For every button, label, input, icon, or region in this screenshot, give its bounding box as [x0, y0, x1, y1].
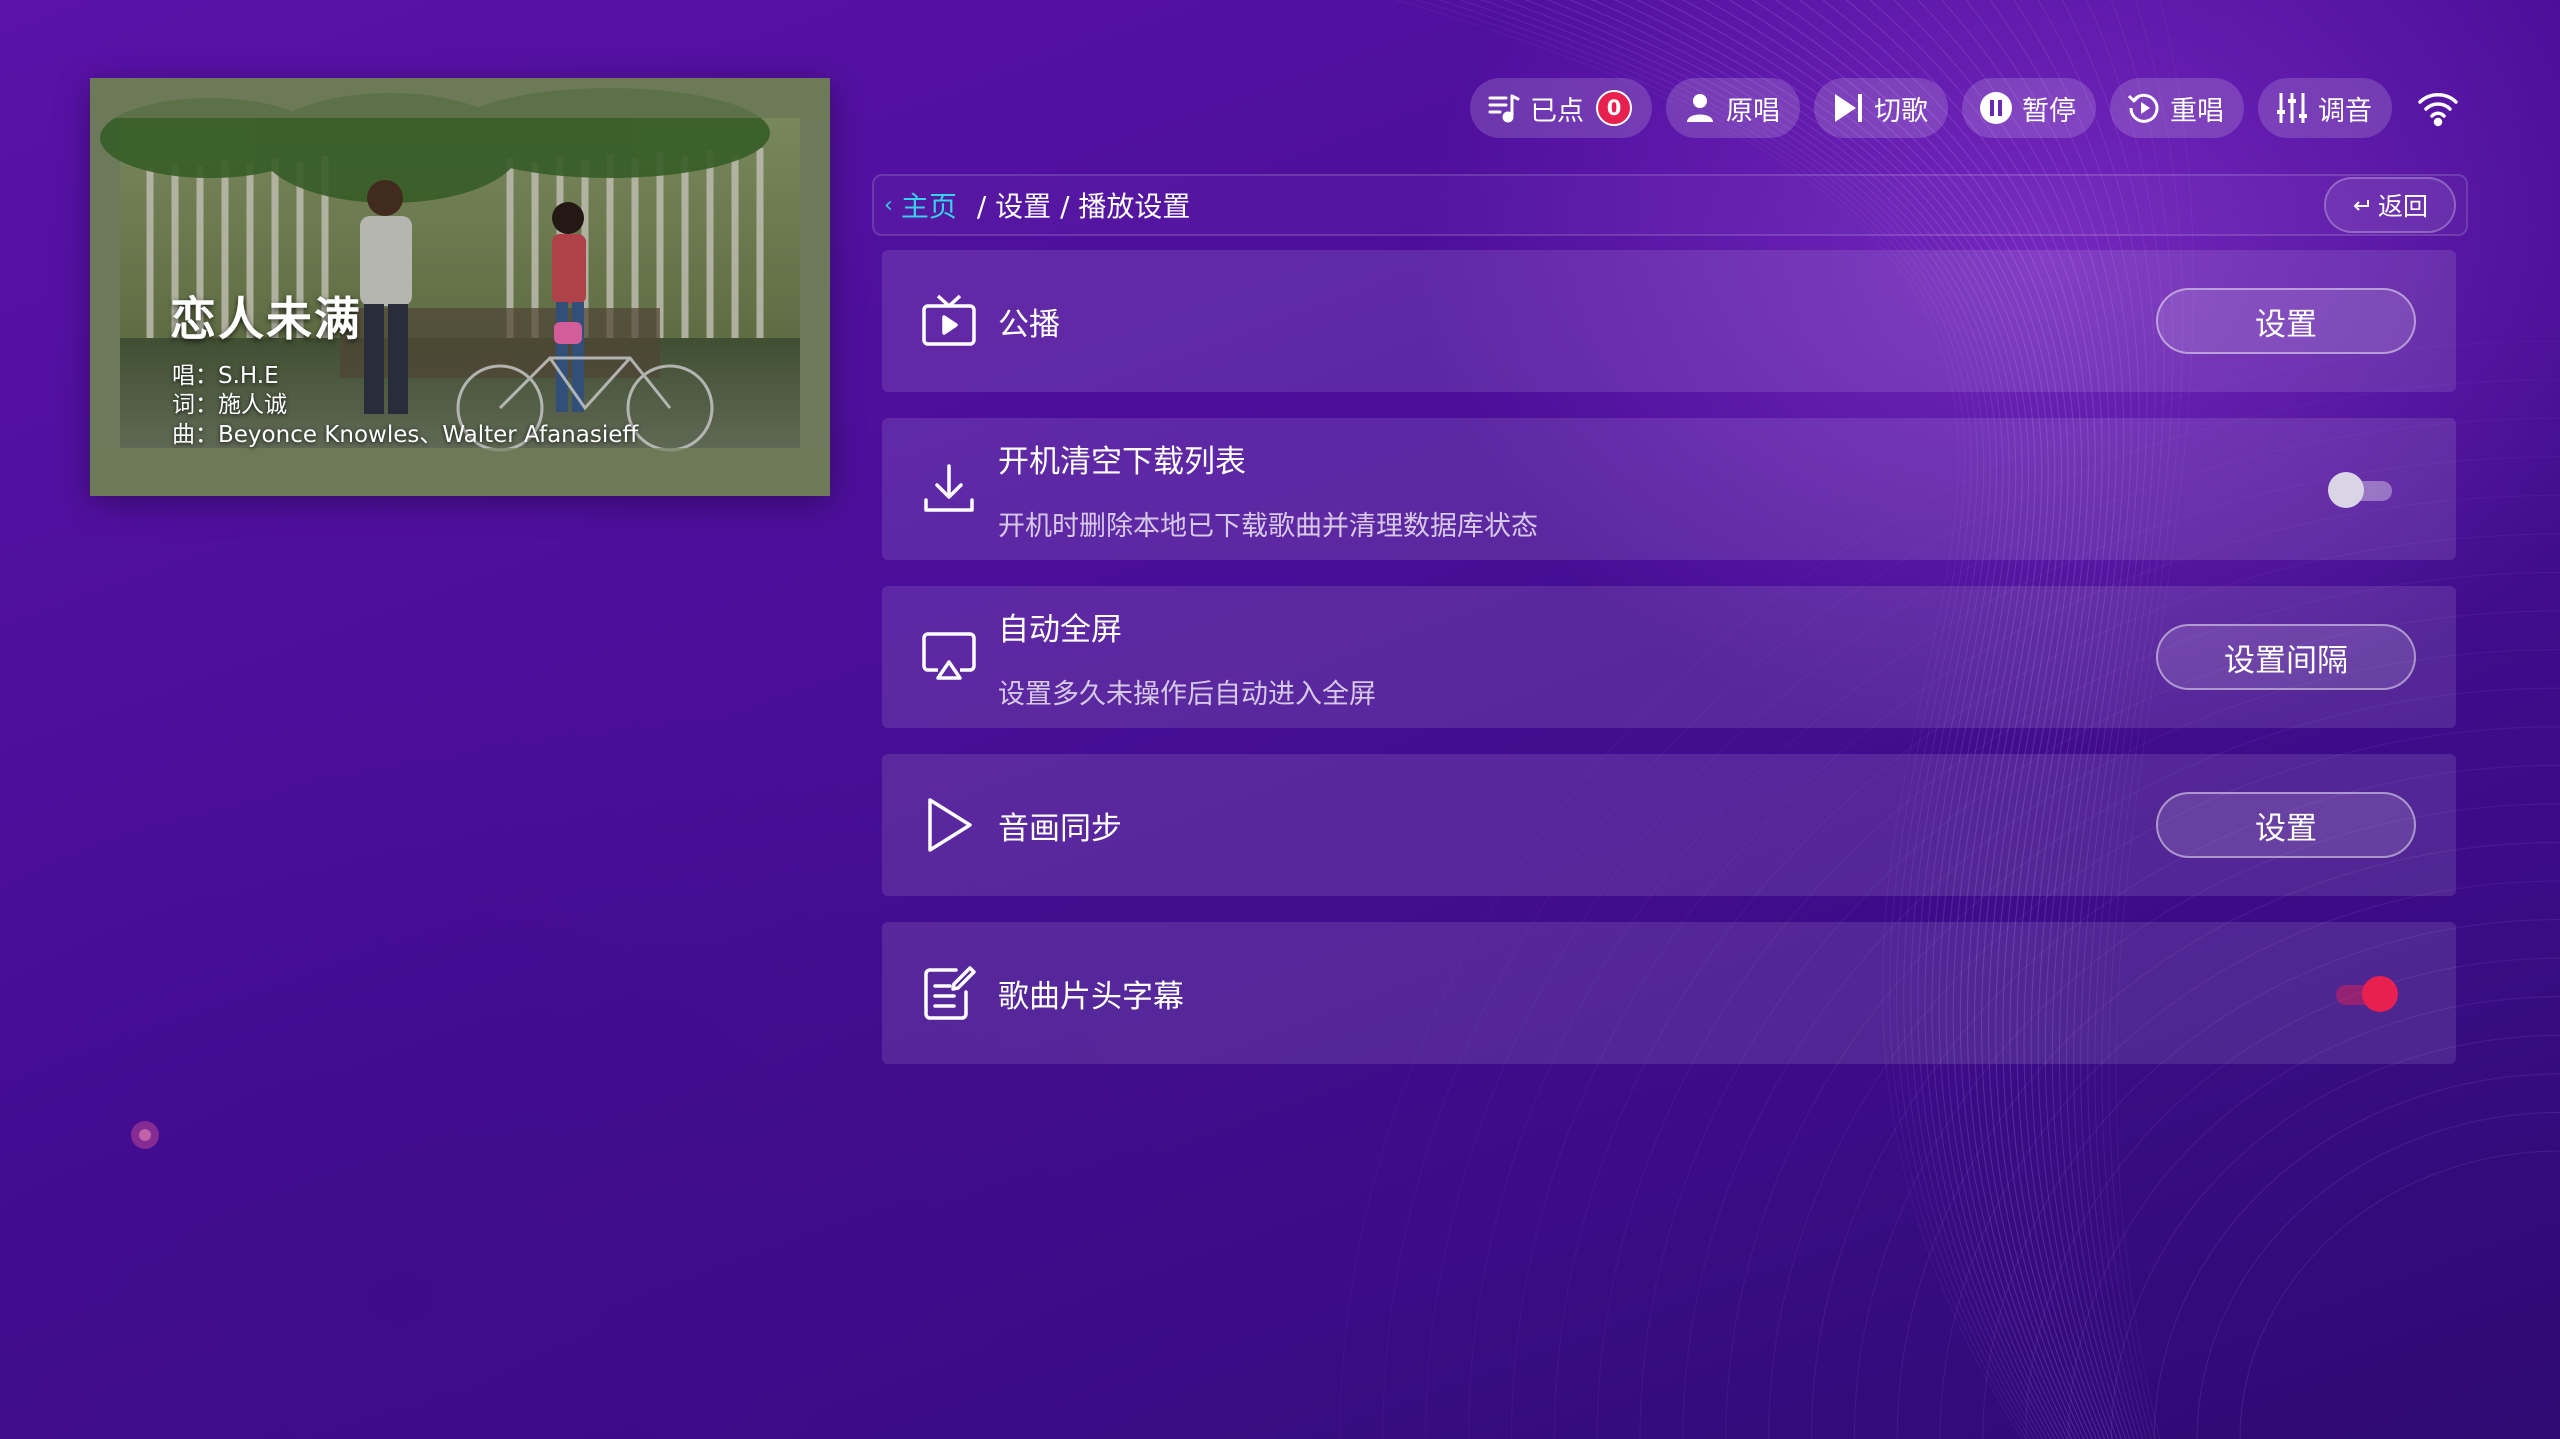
mesh-arc [2239, 1150, 2560, 1439]
setting-row-broadcast: 公播 设置 [882, 250, 2456, 392]
pause-label: 暂停 [2022, 95, 2076, 127]
top-toolbar: 已点 0 原唱 切歌 暂停 重唱 调音 [1470, 78, 2460, 138]
queued-count-badge: 0 [1596, 90, 1632, 126]
back-button[interactable]: 返回 [2324, 177, 2456, 233]
edit-document-icon [924, 966, 976, 1020]
mesh-arc [2110, 1034, 2560, 1439]
setting-row-clear-downloads: 开机清空下载列表 开机时删除本地已下载歌曲并清理数据库状态 [882, 418, 2456, 560]
play-icon [928, 798, 972, 852]
mesh-arc [1853, 803, 2560, 1439]
tv-icon [922, 294, 976, 346]
replay-button[interactable]: 重唱 [2110, 78, 2244, 138]
clear-downloads-toggle[interactable] [2328, 472, 2396, 508]
lyricist-credit: 词：施人诚 [172, 392, 287, 418]
queued-songs-button[interactable]: 已点 0 [1470, 78, 1652, 138]
setting-row-av-sync: 音画同步 设置 [882, 754, 2456, 896]
return-icon [2353, 200, 2369, 211]
singer-icon [1687, 94, 1713, 122]
original-vocal-button[interactable]: 原唱 [1666, 78, 1800, 138]
broadcast-settings-button[interactable]: 设置 [2156, 288, 2416, 354]
chevron-left-icon: ‹ [884, 192, 893, 218]
setting-row-auto-fullscreen: 自动全屏 设置多久未操作后自动进入全屏 设置间隔 [882, 586, 2456, 728]
breadcrumb-home-link[interactable]: ‹ 主页 [884, 185, 957, 225]
setting-row-intro-subtitles: 歌曲片头字幕 [882, 922, 2456, 1064]
mesh-arc [2153, 1073, 2560, 1439]
playlist-icon [1488, 94, 1520, 123]
original-label: 原唱 [1726, 95, 1780, 127]
breadcrumb-home-label: 主页 [900, 190, 957, 223]
pause-icon [1980, 92, 2012, 124]
replay-label: 重唱 [2170, 95, 2224, 127]
tune-button[interactable]: 调音 [2258, 78, 2392, 138]
equalizer-icon [2277, 93, 2307, 123]
pause-button[interactable]: 暂停 [1962, 78, 2096, 138]
skip-song-button[interactable]: 切歌 [1814, 78, 1948, 138]
clear-downloads-description: 开机时删除本地已下载歌曲并清理数据库状态 [998, 511, 1538, 542]
composer-credit: 曲：Beyonce Knowles、Walter Afanasieff [172, 422, 639, 448]
mesh-arc [2196, 1111, 2560, 1439]
download-icon [924, 464, 974, 512]
screen-cast-icon [922, 632, 976, 680]
broadcast-title: 公播 [998, 307, 1060, 343]
toggle-knob [2362, 976, 2398, 1012]
set-interval-button[interactable]: 设置间隔 [2156, 624, 2416, 690]
video-preview[interactable]: 恋人未满 唱：S.H.E 词：施人诚 曲：Beyonce Knowles、Wal… [90, 78, 830, 496]
clear-downloads-title: 开机清空下载列表 [998, 444, 1246, 480]
skip-next-icon [1835, 94, 1862, 122]
av-sync-settings-button[interactable]: 设置 [2156, 792, 2416, 858]
av-sync-title: 音画同步 [998, 811, 1122, 847]
back-label: 返回 [2377, 192, 2428, 221]
replay-icon [2127, 93, 2159, 123]
toggle-knob [2328, 472, 2364, 508]
skip-label: 切歌 [1874, 95, 1928, 127]
intro-subtitles-title: 歌曲片头字幕 [998, 979, 1184, 1015]
wifi-icon [2418, 93, 2458, 127]
auto-fullscreen-title: 自动全屏 [998, 612, 1122, 648]
auto-fullscreen-description: 设置多久未操作后自动进入全屏 [998, 679, 1376, 710]
song-title: 恋人未满 [170, 292, 362, 346]
intro-subtitles-toggle[interactable] [2328, 976, 2398, 1012]
breadcrumb: ‹ 主页 / 设置 / 播放设置 返回 [872, 174, 2468, 236]
tune-label: 调音 [2318, 95, 2372, 127]
queued-label: 已点 [1530, 95, 1584, 127]
breadcrumb-path: / 设置 / 播放设置 [976, 190, 1191, 223]
